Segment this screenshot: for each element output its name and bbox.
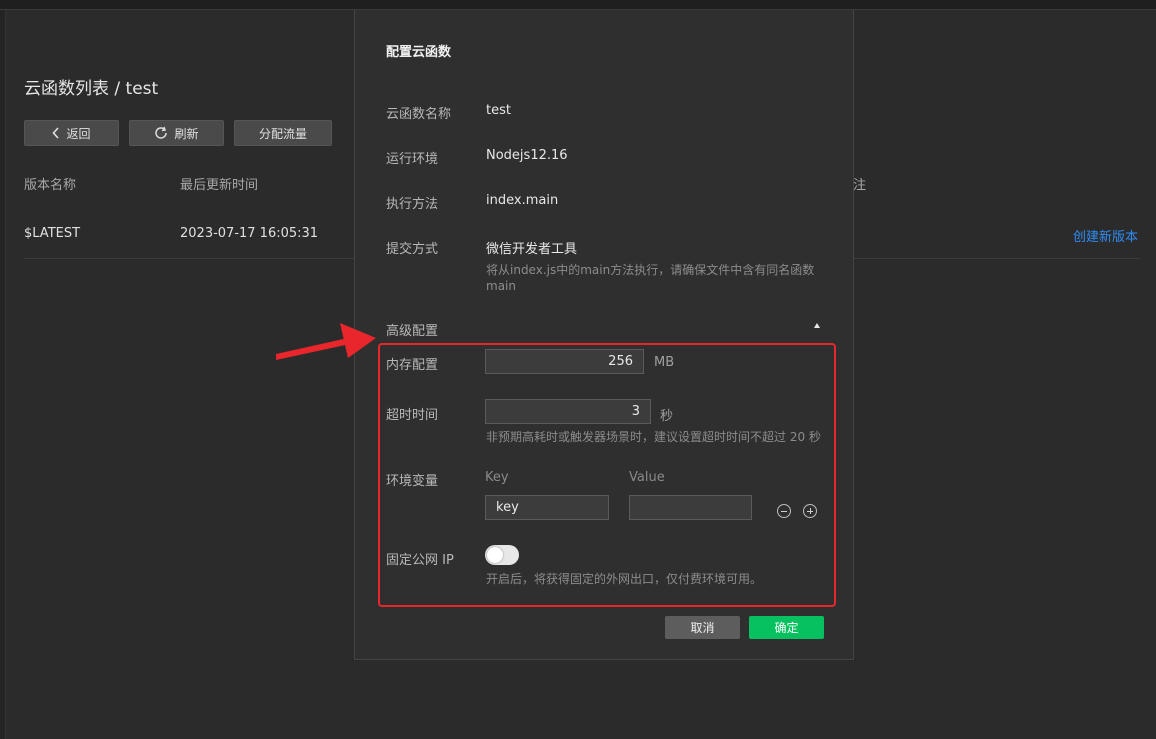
column-header-note: 注 <box>853 178 867 193</box>
fixed-ip-toggle[interactable] <box>485 545 519 565</box>
env-key-input[interactable] <box>485 495 609 520</box>
refresh-button-label: 刷新 <box>174 126 199 141</box>
column-header-last-updated: 最后更新时间 <box>180 178 259 193</box>
back-button[interactable]: 返回 <box>24 120 119 146</box>
fixed-ip-hint: 开启后，将获得固定的外网出口，仅付费环境可用。 <box>486 572 763 586</box>
runtime-value: Nodejs12.16 <box>486 148 568 163</box>
back-button-label: 返回 <box>66 126 91 141</box>
memory-label: 内存配置 <box>386 358 439 373</box>
page-title: 云函数列表 / test <box>24 79 159 99</box>
top-menu-bar <box>0 0 1156 10</box>
column-header-version-name: 版本名称 <box>24 178 77 193</box>
function-name-label: 云函数名称 <box>386 107 452 122</box>
env-value-header: Value <box>629 470 665 485</box>
handler-value: index.main <box>486 193 559 208</box>
version-name-cell: $LATEST <box>24 226 81 241</box>
last-updated-cell: 2023-07-17 16:05:31 <box>180 226 319 241</box>
submit-method-label: 提交方式 <box>386 242 439 257</box>
function-name-value: test <box>486 103 511 118</box>
runtime-label: 运行环境 <box>386 152 439 167</box>
advanced-config-label: 高级配置 <box>386 324 439 339</box>
submit-method-value: 微信开发者工具 <box>486 242 578 257</box>
timeout-unit: 秒 <box>660 409 674 424</box>
refresh-button[interactable]: 刷新 <box>129 120 224 146</box>
env-vars-label: 环境变量 <box>386 474 439 489</box>
memory-input[interactable] <box>485 349 644 374</box>
timeout-label: 超时时间 <box>386 408 439 423</box>
chevron-left-icon <box>52 127 60 139</box>
configure-function-dialog: 配置云函数 云函数名称 test 运行环境 Nodejs12.16 执行方法 i… <box>354 10 854 660</box>
add-env-icon[interactable] <box>803 504 817 518</box>
submit-hint-line-1: 将从index.js中的main方法执行，请确保文件中含有同名函数 <box>486 263 815 277</box>
timeout-input[interactable] <box>485 399 651 424</box>
timeout-hint: 非预期高耗时或触发器场景时，建议设置超时时间不超过 20 秒 <box>486 430 821 444</box>
left-edge-strip <box>0 10 6 739</box>
remove-env-icon[interactable] <box>777 504 791 518</box>
collapse-caret-icon[interactable] <box>814 323 820 328</box>
handler-label: 执行方法 <box>386 197 439 212</box>
red-arrow-annotation-icon <box>276 323 376 360</box>
confirm-button[interactable]: 确定 <box>749 616 824 639</box>
allocate-traffic-button[interactable]: 分配流量 <box>234 120 332 146</box>
cancel-button[interactable]: 取消 <box>665 616 740 639</box>
memory-unit: MB <box>654 355 675 370</box>
fixed-ip-label: 固定公网 IP <box>386 553 454 568</box>
toggle-knob <box>487 547 503 563</box>
create-version-link[interactable]: 创建新版本 <box>1073 226 1138 245</box>
env-value-input[interactable] <box>629 495 752 520</box>
submit-hint-line-2: main <box>486 279 516 293</box>
env-key-header: Key <box>485 470 509 485</box>
refresh-icon <box>155 126 168 139</box>
dialog-title: 配置云函数 <box>386 45 452 60</box>
